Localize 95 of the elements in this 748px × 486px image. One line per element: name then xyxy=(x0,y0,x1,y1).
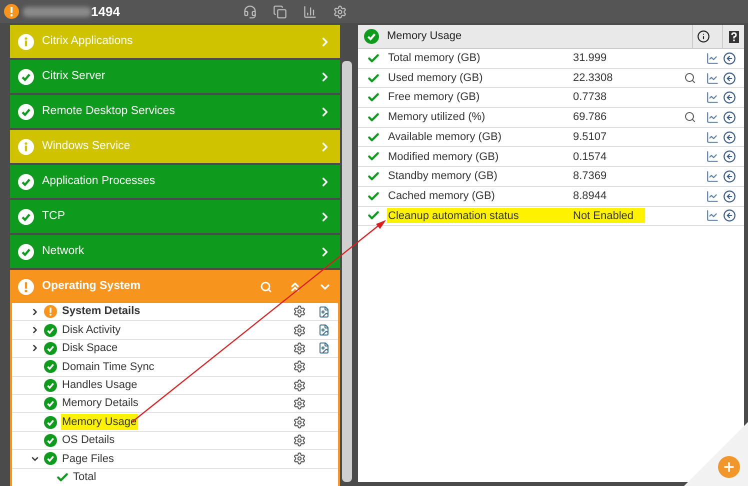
metric-value: 22.3308 xyxy=(573,70,613,86)
history-icon[interactable] xyxy=(723,130,736,144)
metric-name: Cleanup automation status xyxy=(387,208,520,224)
metric-value: 0.1574 xyxy=(573,150,607,165)
search-icon[interactable] xyxy=(684,111,696,124)
tree-item[interactable]: OS Details xyxy=(61,432,116,449)
group-header[interactable]: Citrix Server xyxy=(10,60,340,93)
settings-icon[interactable] xyxy=(333,4,347,18)
check-icon xyxy=(367,209,380,222)
collapse-icon[interactable] xyxy=(288,280,302,294)
metric-name: Cached memory (GB) xyxy=(387,188,496,204)
group-header[interactable]: Application Processes xyxy=(10,165,340,198)
metric-value: 31.999 xyxy=(573,51,607,66)
settings-icon[interactable] xyxy=(293,324,306,337)
line-chart-icon[interactable] xyxy=(706,209,719,222)
tree-item[interactable]: Handles Usage xyxy=(61,377,138,394)
tree-item[interactable]: System Details xyxy=(61,303,142,320)
group-label: TCP xyxy=(42,208,66,224)
metric-name: Modified memory (GB) xyxy=(387,150,500,165)
redacted-text xyxy=(23,6,91,16)
tree-item[interactable]: Domain Time Sync xyxy=(61,358,156,376)
check-icon xyxy=(367,110,380,124)
line-chart-icon[interactable] xyxy=(706,130,719,144)
headset-icon[interactable] xyxy=(243,4,257,18)
settings-icon[interactable] xyxy=(293,397,306,410)
check-icon xyxy=(367,72,380,85)
check-icon xyxy=(367,170,380,183)
group-label: Application Processes xyxy=(42,174,156,189)
history-icon[interactable] xyxy=(723,72,736,85)
report-icon[interactable] xyxy=(318,306,330,318)
settings-icon[interactable] xyxy=(293,416,306,429)
line-chart-icon[interactable] xyxy=(706,52,719,65)
metric-name: Total memory (GB) xyxy=(387,51,482,66)
group-label: Citrix Applications xyxy=(42,34,134,49)
search-icon[interactable] xyxy=(684,72,696,84)
tree-item[interactable]: Memory Usage xyxy=(61,414,138,430)
metric-value: 69.786 xyxy=(573,110,607,126)
tree-item[interactable]: Disk Activity xyxy=(61,322,122,338)
settings-icon[interactable] xyxy=(293,360,306,374)
check-icon xyxy=(56,470,69,484)
history-icon[interactable] xyxy=(723,190,736,203)
check-icon xyxy=(367,150,380,164)
check-icon xyxy=(367,91,380,104)
settings-icon[interactable] xyxy=(293,378,306,392)
report-icon[interactable] xyxy=(318,342,330,354)
plus-icon xyxy=(722,460,736,474)
group-label: Windows Service xyxy=(42,138,132,154)
metric-name: Free memory (GB) xyxy=(387,90,481,106)
metric-value: 8.7369 xyxy=(573,169,607,184)
history-icon[interactable] xyxy=(723,91,736,104)
check-icon xyxy=(367,130,380,144)
history-icon[interactable] xyxy=(723,150,736,164)
line-chart-icon[interactable] xyxy=(706,91,719,104)
settings-icon[interactable] xyxy=(293,342,306,355)
history-icon[interactable] xyxy=(723,110,736,124)
line-chart-icon[interactable] xyxy=(706,190,719,203)
metric-value: 8.8944 xyxy=(573,188,607,204)
group-label: Citrix Server xyxy=(42,68,106,84)
metric-value: 0.7738 xyxy=(573,90,607,106)
monitors-icon[interactable] xyxy=(273,4,287,18)
history-icon[interactable] xyxy=(723,52,736,65)
line-chart-icon[interactable] xyxy=(706,110,719,124)
group-label: Remote Desktop Services xyxy=(42,104,176,119)
group-label: Operating System xyxy=(42,278,142,294)
help-icon[interactable] xyxy=(728,30,738,42)
line-chart-icon[interactable] xyxy=(706,72,719,85)
metric-value: 9.5107 xyxy=(573,130,607,145)
group-header[interactable]: Network xyxy=(10,235,340,268)
history-icon[interactable] xyxy=(723,209,736,222)
group-header[interactable]: TCP xyxy=(10,200,340,233)
report-icon[interactable] xyxy=(318,324,330,336)
settings-icon[interactable] xyxy=(293,305,306,318)
bar-chart-icon[interactable] xyxy=(303,4,317,18)
group-label: Network xyxy=(42,244,86,259)
settings-icon[interactable] xyxy=(293,452,306,466)
info-icon[interactable] xyxy=(697,30,710,43)
scrollbar[interactable] xyxy=(342,61,352,482)
metric-name: Memory utilized (%) xyxy=(387,110,486,126)
metric-name: Available memory (GB) xyxy=(387,130,502,145)
settings-icon[interactable] xyxy=(293,434,306,447)
window-title: 1494 xyxy=(91,2,120,21)
history-icon[interactable] xyxy=(723,170,736,183)
tree-item[interactable]: Disk Space xyxy=(61,340,119,357)
metric-value: Not Enabled xyxy=(573,208,634,224)
line-chart-icon[interactable] xyxy=(706,150,719,164)
check-icon xyxy=(367,52,380,65)
tree-item[interactable]: Memory Details xyxy=(61,395,140,412)
check-icon xyxy=(367,190,380,203)
panel-title: Memory Usage xyxy=(387,29,463,44)
tree-item[interactable]: Page Files xyxy=(61,450,115,468)
tree-item[interactable]: Total xyxy=(73,468,96,486)
group-header[interactable]: Remote Desktop Services xyxy=(10,95,340,128)
metric-name: Used memory (GB) xyxy=(387,70,484,86)
line-chart-icon[interactable] xyxy=(706,170,719,183)
metric-name: Standby memory (GB) xyxy=(387,169,498,184)
